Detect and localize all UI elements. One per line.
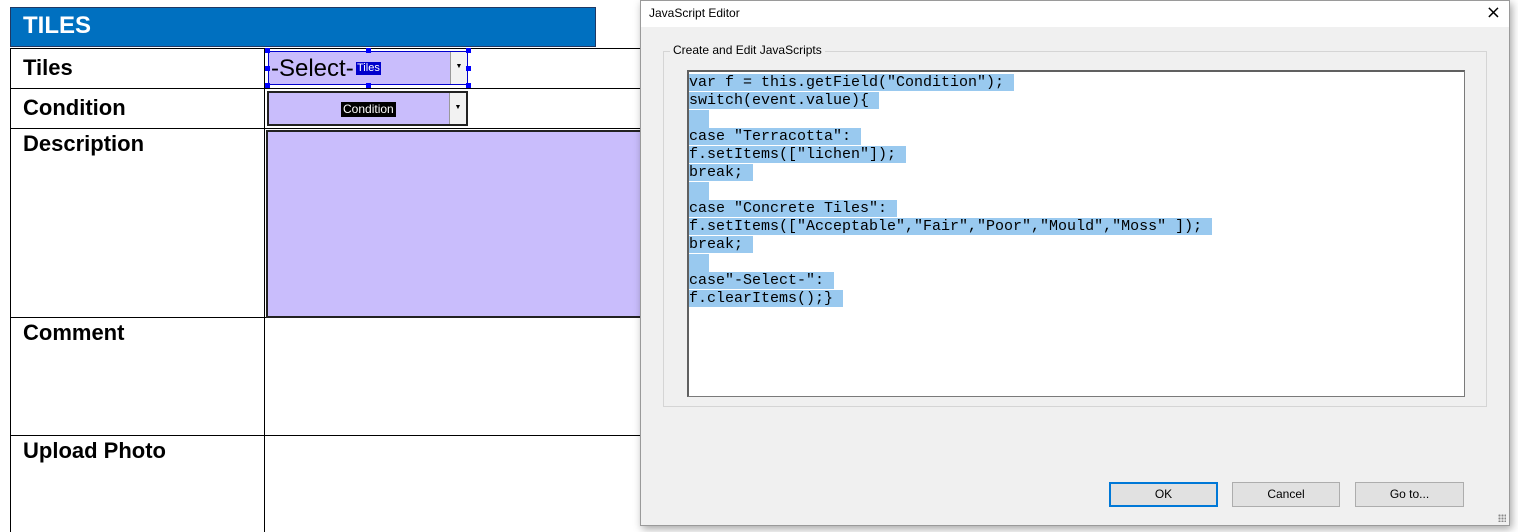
condition-dropdown[interactable]: Condition ▼ (267, 91, 468, 126)
javascript-groupbox: Create and Edit JavaScripts var f = this… (663, 43, 1487, 407)
tiles-dropdown[interactable]: -Select- Tiles ▼ (268, 51, 468, 85)
selection-handle[interactable] (265, 83, 270, 88)
close-icon[interactable]: × (1486, 2, 1501, 23)
code-line-text: f.clearItems();} (689, 290, 844, 307)
code-line (689, 254, 1464, 272)
code-line-text: break; (689, 236, 754, 253)
code-line: f.clearItems();} (689, 290, 1464, 308)
code-line-text: var f = this.getField("Condition"); (689, 74, 1015, 91)
code-line-text (689, 254, 709, 272)
code-line-text (689, 110, 709, 128)
selection-handle[interactable] (466, 48, 471, 53)
dialog-titlebar[interactable]: JavaScript Editor × (641, 1, 1509, 27)
code-line-text: f.setItems(["lichen"]); (689, 146, 907, 163)
ok-button[interactable]: OK (1109, 482, 1218, 507)
code-line-text: case "Concrete Tiles": (689, 200, 898, 217)
resize-grip-icon[interactable] (1498, 514, 1506, 522)
label-condition: Condition (23, 95, 126, 120)
label-description: Description (23, 131, 145, 156)
label-comment: Comment (23, 320, 125, 345)
selection-handle[interactable] (366, 48, 371, 53)
code-line: f.setItems(["Acceptable","Fair","Poor","… (689, 218, 1464, 236)
label-tiles: Tiles (23, 55, 73, 80)
group-label: Create and Edit JavaScripts (670, 43, 825, 57)
table-line (10, 128, 640, 129)
code-line: var f = this.getField("Condition"); (689, 74, 1464, 92)
table-line (264, 48, 265, 532)
code-line: f.setItems(["lichen"]); (689, 146, 1464, 164)
selection-handle[interactable] (466, 83, 471, 88)
code-line: break; (689, 236, 1464, 254)
code-line-text: case "Terracotta": (689, 128, 862, 145)
code-line: case"-Select-": (689, 272, 1464, 290)
condition-field-name-tag: Condition (341, 102, 396, 117)
label-upload-photo: Upload Photo (23, 438, 166, 463)
code-line: switch(event.value){ (689, 92, 1464, 110)
table-line (10, 48, 11, 532)
code-line (689, 110, 1464, 128)
javascript-editor-dialog: JavaScript Editor × Create and Edit Java… (640, 0, 1510, 526)
code-line-text (689, 182, 709, 200)
cancel-button[interactable]: Cancel (1232, 482, 1340, 507)
code-line (689, 182, 1464, 200)
condition-dropdown-arrow-icon[interactable]: ▼ (449, 93, 466, 124)
selection-handle[interactable] (466, 66, 471, 71)
selection-handle[interactable] (265, 48, 270, 53)
goto-button[interactable]: Go to... (1355, 482, 1464, 507)
code-line: case "Concrete Tiles": (689, 200, 1464, 218)
code-line-text: case"-Select-": (689, 272, 835, 289)
table-line (10, 88, 640, 89)
code-line: break; (689, 164, 1464, 182)
form-header-title: TILES (23, 12, 92, 39)
code-line: case "Terracotta": (689, 128, 1464, 146)
code-line-text: f.setItems(["Acceptable","Fair","Poor","… (689, 218, 1213, 235)
selection-handle[interactable] (265, 66, 270, 71)
selection-handle[interactable] (366, 83, 371, 88)
form-header: TILES (10, 7, 596, 47)
tiles-field-name-tag: Tiles (356, 62, 381, 75)
tiles-dropdown-value: -Select- (271, 55, 354, 82)
code-line-text: switch(event.value){ (689, 92, 880, 109)
dialog-title: JavaScript Editor (649, 6, 740, 20)
tiles-dropdown-arrow-icon[interactable]: ▼ (450, 52, 467, 84)
table-line (10, 435, 640, 436)
code-line-text: break; (689, 164, 754, 181)
description-field[interactable] (266, 130, 646, 318)
code-editor[interactable]: var f = this.getField("Condition"); switc… (687, 70, 1465, 397)
table-line (10, 48, 640, 49)
